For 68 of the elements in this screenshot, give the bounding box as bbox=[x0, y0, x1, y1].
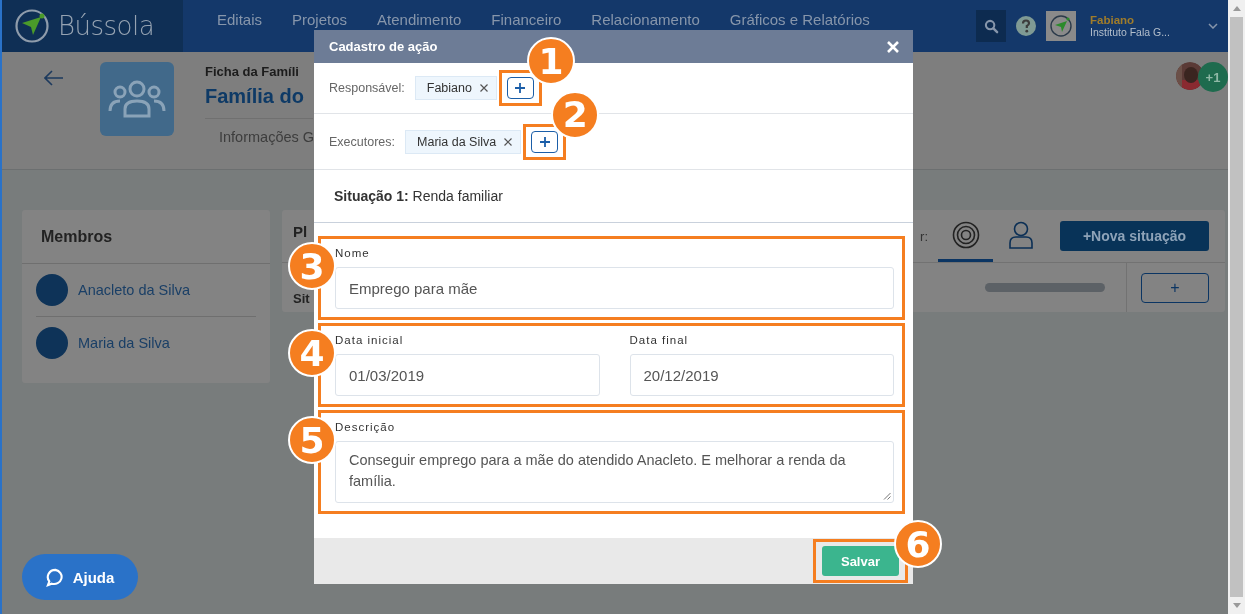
view-label: r: bbox=[920, 228, 928, 244]
breadcrumb-title: Ficha da Famíli bbox=[205, 64, 300, 79]
avatar-circle bbox=[36, 274, 68, 306]
nav-link[interactable]: Editais bbox=[217, 11, 263, 28]
remove-icon[interactable] bbox=[479, 84, 488, 92]
situation-text: Situação 1: Renda familiar bbox=[334, 188, 503, 204]
chevron-down-icon[interactable] bbox=[1208, 23, 1218, 29]
member-link[interactable]: Maria da Silva bbox=[78, 335, 170, 351]
field-label: Data inicial bbox=[335, 334, 405, 346]
step-badge: 3 bbox=[288, 242, 336, 290]
save-button[interactable]: Salvar bbox=[822, 546, 899, 576]
person-icon bbox=[1008, 220, 1033, 249]
input-field[interactable]: 20/12/2019 bbox=[629, 354, 894, 396]
resize-grip-icon[interactable] bbox=[883, 492, 891, 500]
chat-bubble-icon bbox=[45, 567, 65, 587]
compass-icon bbox=[1049, 14, 1073, 38]
user-name: Fabiano bbox=[1090, 14, 1136, 26]
member-link[interactable]: Anacleto da Silva bbox=[78, 282, 191, 298]
field-label: Nome bbox=[335, 247, 371, 259]
input-field[interactable]: 01/03/2019 bbox=[335, 354, 600, 396]
search-icon bbox=[983, 18, 999, 34]
help-icon[interactable] bbox=[1016, 16, 1036, 36]
add-person-button[interactable] bbox=[531, 130, 559, 153]
plan-title: Pl bbox=[293, 223, 308, 240]
add-person-button[interactable] bbox=[506, 77, 534, 99]
target-icon bbox=[951, 220, 980, 249]
back-arrow-icon[interactable] bbox=[44, 70, 64, 86]
step-badge: 4 bbox=[288, 329, 336, 377]
new-situation-button[interactable]: +Nova situação bbox=[1060, 221, 1209, 251]
nav-link[interactable]: Gráficos e Relatórios bbox=[729, 11, 870, 28]
tag-text: Maria da Silva bbox=[417, 134, 497, 149]
scrollbar[interactable] bbox=[1228, 0, 1245, 614]
organization-logo[interactable] bbox=[1046, 11, 1076, 41]
scroll-thumb[interactable] bbox=[1230, 17, 1243, 597]
scroll-up-icon[interactable] bbox=[1232, 6, 1241, 11]
close-icon[interactable] bbox=[887, 40, 899, 53]
info-tab[interactable]: Informações G bbox=[219, 129, 315, 145]
description-field[interactable]: Conseguir emprego para a mãe do atendido Anacleto. E melhorar a renda da família. bbox=[335, 441, 894, 503]
group-icon bbox=[107, 79, 167, 119]
step-badge: 5 bbox=[288, 416, 336, 464]
avatar-circle bbox=[36, 327, 68, 359]
situation-label: Sit bbox=[293, 291, 310, 306]
nav-link[interactable]: Atendimento bbox=[377, 11, 462, 28]
field-label: Descrição bbox=[335, 421, 397, 433]
field-label: Executores: bbox=[329, 134, 395, 149]
nav-link[interactable]: Projetos bbox=[292, 11, 348, 28]
search-button[interactable] bbox=[976, 10, 1006, 42]
nav-link[interactable]: Relacionamento bbox=[591, 11, 700, 28]
scroll-down-icon[interactable] bbox=[1232, 603, 1241, 608]
plus-icon bbox=[515, 83, 526, 93]
compass-logo-icon bbox=[14, 8, 50, 44]
organization-name: Instituto Fala G... bbox=[1090, 26, 1171, 38]
step-badge: 6 bbox=[894, 520, 942, 568]
nav-link[interactable]: Financeiro bbox=[491, 11, 562, 28]
more-members-badge[interactable]: +1 bbox=[1198, 62, 1228, 92]
input-field[interactable]: Emprego para mãe bbox=[335, 267, 894, 309]
step-badge: 2 bbox=[551, 90, 600, 139]
tag-text: Fabiano bbox=[426, 81, 472, 95]
remove-icon[interactable] bbox=[504, 137, 513, 146]
plus-icon bbox=[539, 136, 550, 147]
family-title: Família do bbox=[205, 85, 313, 119]
help-button[interactable]: Ajuda bbox=[22, 554, 138, 600]
dialog-title: Cadastro de ação bbox=[329, 39, 438, 54]
field-label: Data final bbox=[629, 334, 690, 346]
field-label: Responsável: bbox=[329, 81, 405, 95]
members-title: Membros bbox=[22, 210, 270, 264]
add-button[interactable]: + bbox=[1141, 272, 1209, 303]
brand-name: Bússola bbox=[58, 11, 155, 41]
